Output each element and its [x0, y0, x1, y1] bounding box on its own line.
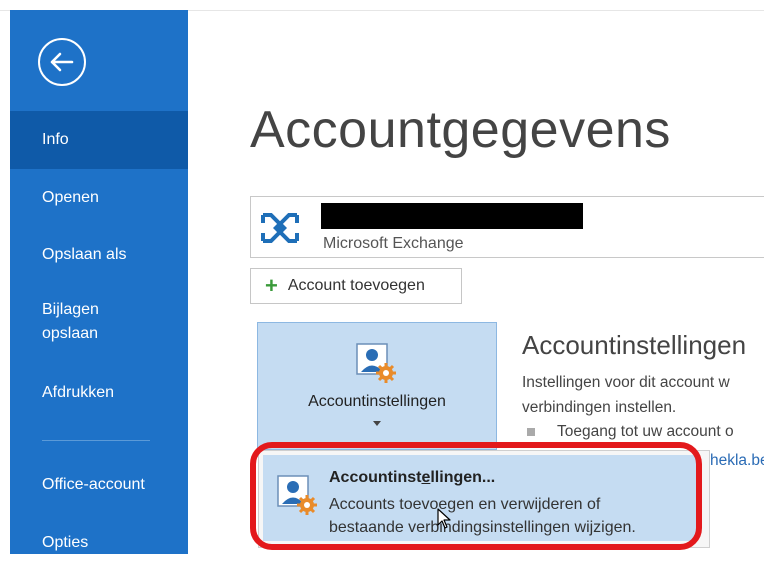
settings-section-description: Instellingen voor dit account w verbindi…: [522, 370, 730, 420]
exchange-icon: [261, 213, 299, 243]
back-button[interactable]: [38, 38, 86, 86]
account-settings-label: Accountinstellingen: [308, 393, 446, 410]
sidebar-item-label: Opslaan als: [42, 246, 127, 263]
account-email-redacted: [321, 203, 583, 229]
dropdown-title-part: llingen...: [430, 469, 496, 486]
dropdown-desc-line-1: Accounts toevoegen en verwijderen of: [329, 496, 601, 513]
account-selector[interactable]: Microsoft Exchange: [250, 196, 764, 258]
account-settings-icon: [356, 343, 396, 383]
add-account-button[interactable]: + Account toevoegen: [250, 268, 462, 304]
dropdown-item-description: Accounts toevoegen en verwijderen of bes…: [329, 493, 636, 539]
sidebar-item-label: Office-account: [42, 476, 145, 493]
dropdown-title-part: Accountinst: [329, 469, 422, 486]
sidebar-item-label: Bijlagen opslaan: [42, 301, 99, 342]
dropdown-item-account-settings[interactable]: Accountinstellingen... Accounts toevoege…: [263, 455, 697, 541]
sidebar-item-label: Opties: [42, 534, 89, 551]
account-settings-dropdown: Accountinstellingen... Accounts toevoege…: [258, 450, 710, 548]
account-type: Microsoft Exchange: [323, 235, 464, 252]
settings-bullet: Toegang tot uw account o: [527, 423, 734, 441]
account-settings-button[interactable]: Accountinstellingen: [257, 322, 497, 450]
sidebar-item-afdrukken[interactable]: Afdrukken: [10, 364, 188, 422]
sidebar-item-opties[interactable]: Opties: [10, 514, 188, 572]
back-arrow-icon: [50, 52, 74, 72]
sidebar-item-info[interactable]: Info: [10, 111, 188, 169]
mouse-cursor-icon: [437, 508, 451, 529]
sidebar-divider: [42, 440, 150, 441]
account-link[interactable]: hekla.be: [710, 452, 764, 470]
chevron-down-icon: [373, 421, 381, 426]
sidebar-item-label: Afdrukken: [42, 384, 115, 401]
plus-icon: +: [265, 273, 278, 298]
sidebar-item-opslaan-als[interactable]: Opslaan als: [10, 226, 188, 284]
account-settings-icon: [277, 475, 317, 515]
sidebar-item-office-account[interactable]: Office-account: [10, 456, 188, 514]
settings-desc-line-2: verbindingen instellen.: [522, 399, 677, 416]
dropdown-desc-line-2: bestaande verbindingsinstellingen wijzig…: [329, 519, 636, 536]
sidebar-item-label: Info: [42, 131, 69, 148]
settings-bullet-text: Toegang tot uw account o: [557, 423, 734, 440]
sidebar-item-label: Openen: [42, 189, 99, 206]
sidebar-item-bijlagen-opslaan[interactable]: Bijlagen opslaan: [10, 286, 188, 358]
add-account-label: Account toevoegen: [287, 277, 425, 294]
bullet-icon: [527, 427, 535, 436]
dropdown-item-title: Accountinstellingen...: [329, 469, 495, 487]
backstage-sidebar: Info Openen Opslaan als Bijlagen opslaan…: [10, 10, 188, 554]
page-title: Accountgegevens: [250, 101, 671, 159]
sidebar-item-openen[interactable]: Openen: [10, 169, 188, 227]
settings-desc-line-1: Instellingen voor dit account w: [522, 374, 730, 391]
settings-section-title: Accountinstellingen: [522, 330, 747, 360]
